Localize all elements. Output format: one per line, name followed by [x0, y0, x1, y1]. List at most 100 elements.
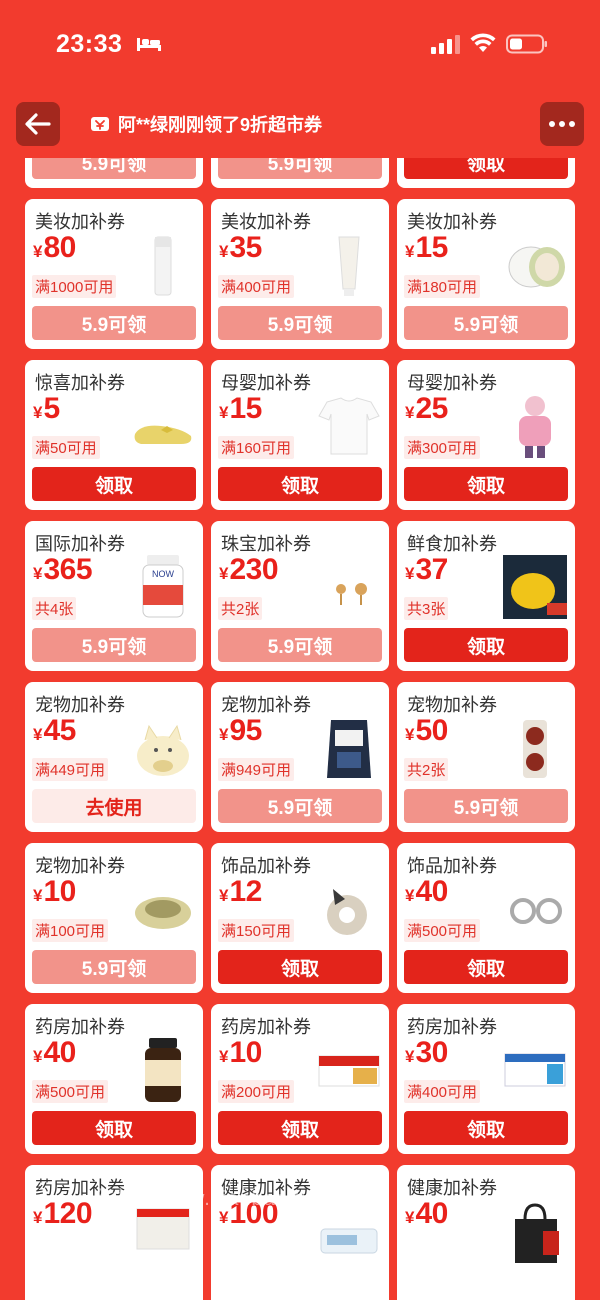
- paid-claim-button[interactable]: 5.9可领: [404, 306, 568, 340]
- claim-button[interactable]: 领取: [218, 467, 382, 501]
- paid-claim-button[interactable]: 5.9可领: [32, 306, 196, 340]
- coupon-condition: 满449可用: [32, 758, 109, 781]
- claim-button[interactable]: 领取: [218, 1111, 382, 1145]
- paid-claim-button[interactable]: 5.9可领: [404, 789, 568, 823]
- medicine-box-blue-image: [504, 1053, 566, 1087]
- coupon-card: 药房加补券 ¥10 满200可用 领取: [211, 1004, 389, 1154]
- coupon-card: 饰品加补券 ¥12 满150可用 领取: [211, 843, 389, 993]
- claim-button[interactable]: 领取: [404, 950, 568, 984]
- coupon-amount: ¥50: [405, 714, 448, 748]
- coupon-condition: 满400可用: [404, 1080, 481, 1103]
- gold-earrings-image: [336, 583, 367, 605]
- coupon-card: 饰品加补券 ¥40 满500可用 领取: [397, 843, 575, 993]
- coupon-condition: 满400可用: [218, 275, 295, 298]
- coupon-amount: ¥30: [405, 1036, 448, 1070]
- paid-claim-button[interactable]: 5.9可领: [218, 628, 382, 662]
- coupon-amount: ¥5: [33, 392, 60, 426]
- coupon-grid: ¥160 共2张 5.9可领 ¥20 满199可用 5.9可领 ¥10 满99可…: [25, 158, 575, 1300]
- coupon-amount: ¥95: [219, 714, 262, 748]
- paid-claim-button[interactable]: 5.9可领: [32, 628, 196, 662]
- claim-button[interactable]: 领取: [404, 158, 568, 179]
- pet-can-thumbnail: [503, 716, 567, 780]
- currency-symbol: ¥: [33, 886, 43, 905]
- battery-icon: [506, 34, 547, 54]
- coupon-condition: 共2张: [404, 758, 449, 781]
- currency-symbol: ¥: [405, 725, 415, 744]
- coupon-amount: ¥230: [219, 553, 279, 587]
- currency-symbol: ¥: [405, 1208, 415, 1227]
- currency-symbol: ¥: [33, 725, 43, 744]
- coupon-card: 宠物加补券 ¥50 共2张 5.9可领: [397, 682, 575, 832]
- kid-jacket-image: [519, 396, 551, 458]
- coupon-value: 35: [229, 231, 262, 264]
- coupon-condition: 共2张: [218, 597, 263, 620]
- coupon-condition: 满949可用: [218, 758, 295, 781]
- currency-symbol: ¥: [405, 403, 415, 422]
- claim-button[interactable]: 领取: [32, 1111, 196, 1145]
- cream-tube-thumbnail: [317, 233, 381, 297]
- coupon-value: 40: [415, 875, 448, 908]
- coupon-amount: ¥40: [405, 875, 448, 909]
- coupon-condition: 共4张: [32, 597, 77, 620]
- coupon-amount: ¥10: [219, 1036, 262, 1070]
- coupon-amount: ¥12: [219, 875, 262, 909]
- coupon-card: ¥160 共2张 5.9可领: [25, 158, 203, 188]
- back-button[interactable]: [16, 102, 60, 146]
- coupon-amount: ¥37: [405, 553, 448, 587]
- coupon-amount: ¥25: [405, 392, 448, 426]
- coupon-value: 45: [43, 714, 76, 747]
- coupon-value: 365: [43, 553, 93, 586]
- cream-tube-image: [338, 236, 360, 296]
- coupon-card: 母婴加补券 ¥15 满160可用 领取: [211, 360, 389, 510]
- coupon-value: 230: [229, 553, 279, 586]
- claim-button[interactable]: 领取: [404, 467, 568, 501]
- coupon-value: 10: [43, 875, 76, 908]
- coupon-icon: [91, 117, 109, 131]
- vitamin-c-bottle-thumbnail: NOW: [131, 555, 195, 619]
- paid-claim-button[interactable]: 5.9可领: [218, 306, 382, 340]
- coupon-condition: 满500可用: [32, 1080, 109, 1103]
- gift-bag-image: [515, 1203, 559, 1263]
- paid-claim-button[interactable]: 5.9可领: [218, 789, 382, 823]
- svg-text:NOW: NOW: [152, 569, 175, 579]
- coupon-value: 12: [229, 875, 262, 908]
- notice-text: 阿**绿刚刚领了9折超市券: [118, 115, 323, 135]
- currency-symbol: ¥: [405, 242, 415, 261]
- coupon-card: 健康加补券 ¥40: [397, 1165, 575, 1300]
- currency-symbol: ¥: [219, 886, 229, 905]
- claim-button[interactable]: 领取: [404, 1111, 568, 1145]
- vitamin-c-bottle-image: NOW: [142, 555, 184, 618]
- currency-symbol: ¥: [219, 1047, 229, 1066]
- coupon-amount: ¥40: [33, 1036, 76, 1070]
- claim-button[interactable]: 领取: [32, 467, 196, 501]
- paid-claim-button[interactable]: 5.9可领: [32, 950, 196, 984]
- health-device-thumbnail: [317, 1199, 381, 1263]
- essence-bottle-thumbnail: [131, 233, 195, 297]
- coupon-amount: ¥120: [33, 1197, 93, 1231]
- coupon-value: 15: [415, 231, 448, 264]
- currency-symbol: ¥: [33, 1047, 43, 1066]
- use-coupon-button[interactable]: 去使用: [32, 789, 196, 823]
- cat-house-thumbnail: [131, 716, 195, 780]
- claim-button[interactable]: 领取: [404, 628, 568, 662]
- paid-claim-button[interactable]: 5.9可领: [32, 158, 196, 179]
- paid-claim-button[interactable]: 5.9可领: [218, 158, 382, 179]
- hair-scrunchie-thumbnail: [317, 877, 381, 941]
- currency-symbol: ¥: [33, 242, 43, 261]
- coupon-value: 95: [229, 714, 262, 747]
- coupon-card: 美妆加补券 ¥35 满400可用 5.9可领: [211, 199, 389, 349]
- coupon-condition: 满1000可用: [32, 275, 117, 298]
- cushion-compact-image: [508, 246, 565, 288]
- coupon-value: 30: [415, 1036, 448, 1069]
- watermark: 线报酷-new.xianbao.fun: [95, 1188, 326, 1210]
- essence-bottle-image: [154, 236, 172, 296]
- coupon-condition: 满500可用: [404, 919, 481, 942]
- coupon-value: 10: [229, 1036, 262, 1069]
- gift-bag-thumbnail: [503, 1199, 567, 1263]
- coupon-list[interactable]: ¥160 共2张 5.9可领 ¥20 满199可用 5.9可领 ¥10 满99可…: [0, 158, 600, 1300]
- pearl-earrings-thumbnail: [503, 877, 567, 941]
- claim-button[interactable]: 领取: [218, 950, 382, 984]
- currency-symbol: ¥: [219, 403, 229, 422]
- more-button[interactable]: [540, 102, 584, 146]
- medicine-box-red-thumbnail: [317, 1038, 381, 1102]
